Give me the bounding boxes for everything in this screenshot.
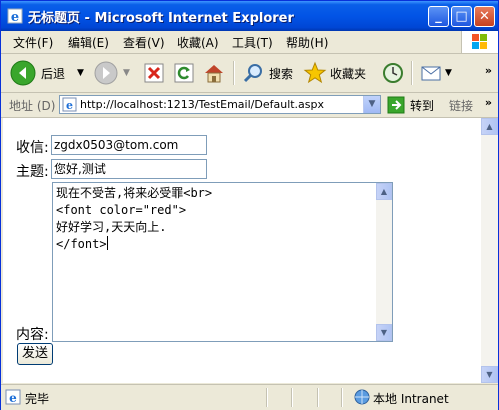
stop-icon [144,63,164,83]
back-dropdown-icon[interactable]: ▼ [77,68,84,78]
toolbar: 后退 ▼ ▼ 搜索 收藏夹 ▼ » [1,54,498,93]
to-label: 收信: [16,140,49,156]
menu-file[interactable]: 文件(F) [13,34,53,51]
ie-window: e 无标题页 - Microsoft Internet Explorer _ □… [0,0,499,410]
content-text: 现在不受苦,将来必受罪<br> <font color="red"> 好好学习,… [56,185,212,253]
address-label: 地址 (D) [9,99,56,113]
menu-help[interactable]: 帮助(H) [286,34,328,51]
refresh-button[interactable] [173,59,195,87]
address-bar: 地址 (D) e http://localhost:1213/TestEmail… [1,93,498,118]
scroll-up-icon[interactable]: ▲ [481,118,498,135]
content-line: <font color="red"> [56,203,187,217]
address-input[interactable]: e http://localhost:1213/TestEmail/Defaul… [59,95,381,114]
content-line: </font> [56,237,107,251]
search-button[interactable]: 搜索 [242,59,293,87]
mail-button[interactable]: ▼ [419,59,452,87]
title-bar[interactable]: e 无标题页 - Microsoft Internet Explorer _ □… [1,1,498,31]
history-icon [383,63,403,83]
subject-input[interactable]: 您好,测试 [51,159,207,179]
close-button[interactable]: ✕ [474,6,495,27]
content-line: 现在不受苦,将来必受罪<br> [56,186,213,200]
textarea-scroll-down-icon[interactable]: ▼ [376,324,392,341]
address-url: http://localhost:1213/TestEmail/Default.… [80,98,325,111]
go-arrow-icon [387,96,405,114]
svg-text:e: e [11,10,19,24]
forward-arrow-icon [94,61,118,85]
forward-dropdown-icon[interactable]: ▼ [123,68,130,78]
menu-edit[interactable]: 编辑(E) [68,34,109,51]
address-dropdown-icon[interactable]: ▼ [363,96,380,113]
history-button[interactable] [381,59,405,87]
page-content: 收信: zgdx0503@tom.com 主题: 您好,测试 内容: 现在不受苦… [3,118,481,383]
windows-logo-icon [461,31,498,53]
back-button[interactable]: 后退 ▼ [9,59,84,87]
text-caret [106,236,108,250]
minimize-button[interactable]: _ [428,6,449,27]
content-label: 内容: [16,327,49,343]
maximize-button[interactable]: □ [451,6,472,27]
menu-view[interactable]: 查看(V) [123,34,165,51]
toolbar-overflow-icon[interactable]: » [485,64,492,77]
star-icon [303,61,327,84]
page-icon: e [62,97,77,112]
menu-favorites[interactable]: 收藏(A) [177,34,219,51]
textarea-scrollbar[interactable]: ▲ ▼ [376,183,392,341]
refresh-icon [174,63,194,83]
mail-dropdown-icon[interactable]: ▼ [445,68,452,78]
back-arrow-icon [10,60,36,86]
favorites-label: 收藏夹 [330,66,367,81]
svg-text:e: e [66,99,73,112]
home-button[interactable] [202,59,226,87]
security-zone: 本地 Intranet [373,392,449,406]
to-input[interactable]: zgdx0503@tom.com [51,135,207,155]
mail-icon [421,66,441,81]
page-scrollbar[interactable]: ▲ ▼ [481,118,498,383]
status-bar: e 完毕 本地 Intranet [1,384,498,410]
send-button[interactable]: 发送 [17,343,53,365]
window-title: 无标题页 - Microsoft Internet Explorer [28,11,294,26]
go-button[interactable]: 转到 [387,96,434,114]
content-textarea[interactable]: 现在不受苦,将来必受罪<br> <font color="red"> 好好学习,… [52,182,393,342]
menu-tools[interactable]: 工具(T) [232,34,273,51]
back-label: 后退 [41,66,66,81]
home-icon [205,65,223,83]
favorites-button[interactable]: 收藏夹 [303,59,366,87]
links-overflow-icon[interactable]: » [485,96,492,109]
subject-label: 主题: [16,164,49,180]
stop-button[interactable] [143,59,165,87]
scroll-down-icon[interactable]: ▼ [481,366,498,383]
go-label: 转到 [410,98,435,113]
intranet-icon [354,389,370,405]
search-icon [243,64,262,83]
menu-bar: 文件(F) 编辑(E) 查看(V) 收藏(A) 工具(T) 帮助(H) [1,31,498,54]
forward-button[interactable]: ▼ [93,59,130,87]
links-label[interactable]: 链接 [449,97,473,114]
svg-text:e: e [9,391,17,405]
status-text: 完毕 [25,392,50,406]
search-label: 搜索 [269,66,294,81]
page-done-icon: e [5,389,21,405]
textarea-scroll-up-icon[interactable]: ▲ [376,183,392,200]
content-line: 好好学习,天天向上. [56,220,167,234]
ie-logo-icon: e [7,8,23,24]
